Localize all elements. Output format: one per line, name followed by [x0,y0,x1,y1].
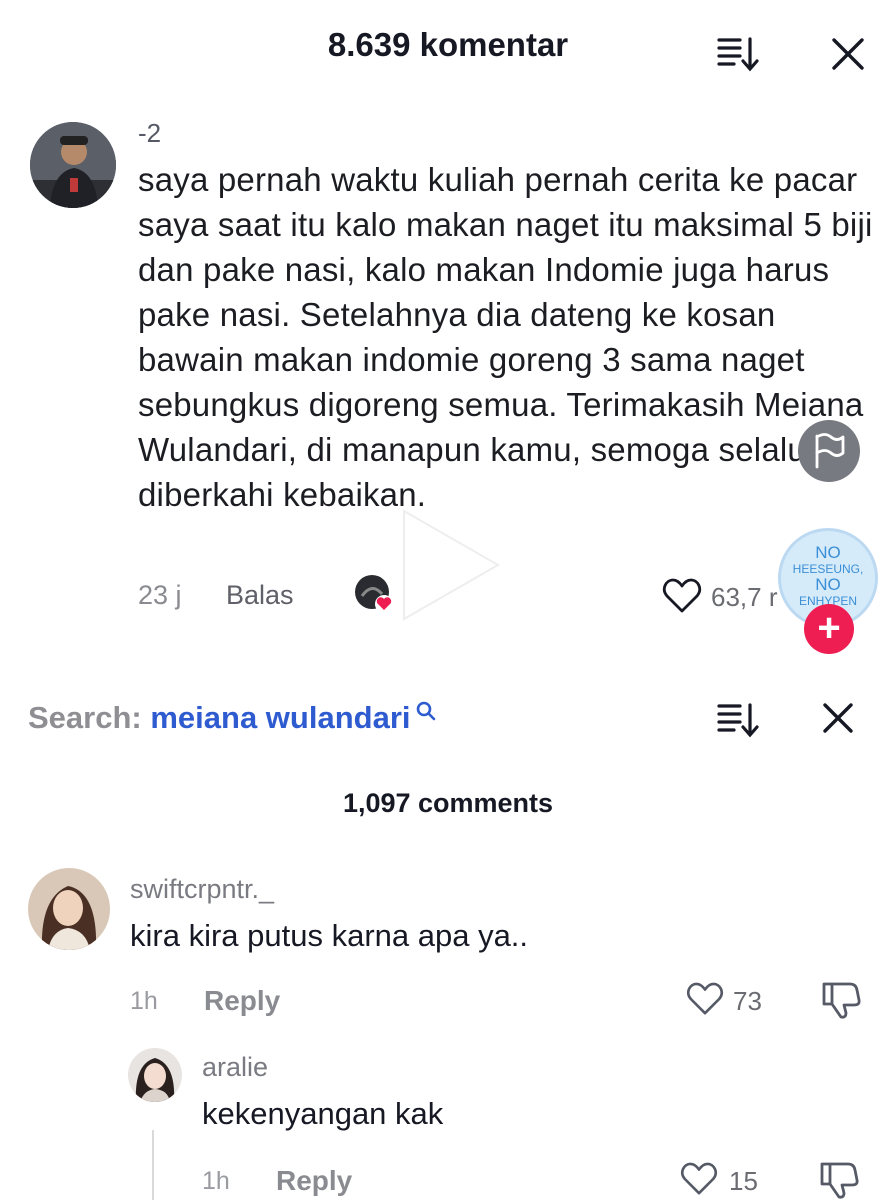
reply-button[interactable]: Reply [204,985,280,1017]
like-count: 15 [729,1166,758,1196]
comment-text: saya pernah waktu kuliah pernah cerita k… [138,161,873,513]
comment-username[interactable]: aralie [202,1052,268,1083]
reply-button[interactable]: Reply [276,1165,352,1197]
close-icon[interactable] [830,36,866,72]
sticker-text-1: NO [815,543,841,562]
comment-time: 23 j [138,580,182,610]
search-term: meiana wulandari [150,700,411,735]
heart-icon[interactable] [662,578,702,614]
like-count: 63,7 r [711,582,778,612]
search-label: Search: [28,700,142,735]
avatar[interactable] [128,1048,182,1102]
heart-icon[interactable] [680,1162,718,1196]
thread-line [152,1130,154,1200]
creator-liked-badge [354,574,394,614]
reply-button[interactable]: Balas [226,580,294,611]
comments-count: 1,097 comments [342,788,554,818]
dislike-icon[interactable] [820,978,862,1020]
comment-text: kira kira putus karna apa ya.. [130,918,529,953]
close-icon[interactable] [822,702,854,734]
sticker-text-3: NO [815,575,841,594]
follow-plus-button[interactable]: + [804,604,854,654]
search-bar[interactable]: Search: meiana wulandari [28,700,437,736]
play-overlay-icon [403,509,501,621]
comment-time: 1h [202,1167,230,1195]
avatar[interactable] [28,868,110,950]
avatar[interactable] [30,122,116,208]
plus-icon: + [817,606,841,650]
sort-icon[interactable] [716,34,762,74]
heart-icon[interactable] [686,982,724,1016]
sort-icon[interactable] [716,700,762,740]
comment-username[interactable]: swiftcrpntr._ [130,874,274,905]
comment-text: kekenyangan kak [202,1096,444,1131]
report-button[interactable] [798,420,860,482]
comment-time: 1h [130,987,158,1015]
flag-icon [815,433,845,469]
search-icon[interactable] [415,700,437,724]
comment-username[interactable]: -2 [138,118,161,149]
like-count: 73 [733,986,762,1016]
dislike-icon[interactable] [818,1158,860,1200]
